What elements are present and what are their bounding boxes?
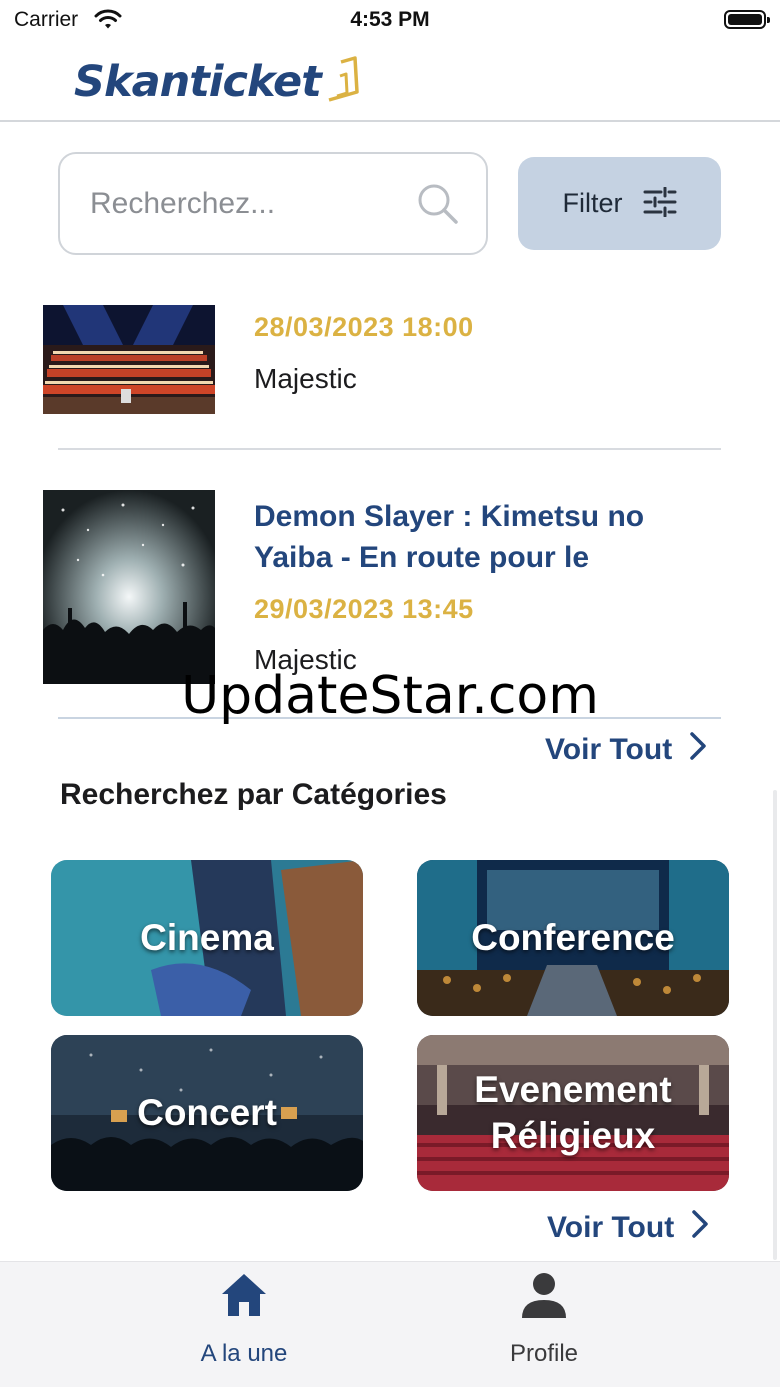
- tab-label: Profile: [509, 1340, 579, 1367]
- scroll-indicator[interactable]: [773, 790, 777, 1260]
- app-header: Skanticket: [0, 40, 780, 122]
- search-icon[interactable]: [416, 182, 460, 231]
- category-card-concert[interactable]: Concert: [51, 1035, 363, 1191]
- category-card-cinema[interactable]: Cinema: [51, 860, 363, 1016]
- event-image-orchestra[interactable]: [43, 305, 215, 414]
- see-all-label: Voir Tout: [547, 1211, 675, 1244]
- event-title[interactable]: Demon Slayer : Kimetsu no Yaiba - En rou…: [254, 496, 694, 578]
- battery-icon: [724, 10, 770, 29]
- tab-profile[interactable]: Profile: [444, 1262, 644, 1387]
- see-all-label: Voir Tout: [545, 733, 673, 766]
- tab-bar: A la une Profile: [0, 1261, 780, 1387]
- filter-button[interactable]: Filter: [518, 157, 721, 250]
- app-logo: Skanticket: [74, 52, 363, 111]
- see-all-categories-link[interactable]: Voir Tout: [547, 1210, 708, 1246]
- category-card-religious-event[interactable]: Evenement Réligieux: [417, 1035, 729, 1191]
- clock: 4:53 PM: [350, 8, 430, 31]
- tab-label: A la une: [200, 1340, 288, 1367]
- event-image-crowd[interactable]: [43, 490, 215, 684]
- category-label: Evenement Réligieux: [474, 1069, 672, 1156]
- ticket-logo-icon: [323, 52, 363, 111]
- chevron-right-icon: [690, 732, 706, 768]
- person-icon: [520, 1270, 568, 1322]
- see-all-events-link[interactable]: Voir Tout: [545, 732, 706, 768]
- status-bar: Carrier 4:53 PM: [0, 0, 780, 40]
- event-venue: Majestic: [254, 363, 357, 394]
- event-date: 28/03/2023 18:00: [254, 312, 474, 342]
- chevron-right-icon: [692, 1210, 708, 1246]
- category-label: Cinema: [140, 917, 274, 958]
- sliders-icon: [643, 186, 677, 220]
- list-divider: [58, 448, 721, 450]
- watermark-text: UpdateStar.com: [181, 666, 599, 726]
- category-card-conference[interactable]: Conference: [417, 860, 729, 1016]
- home-icon: [220, 1270, 268, 1322]
- event-date: 29/03/2023 13:45: [254, 594, 474, 624]
- logo-text: Skanticket: [74, 56, 322, 107]
- categories-heading: Recherchez par Catégories: [60, 778, 447, 811]
- filter-label: Filter: [562, 188, 623, 218]
- category-label: Concert: [137, 1092, 277, 1133]
- search-input[interactable]: [90, 154, 400, 253]
- category-label: Conference: [471, 917, 675, 958]
- tab-home[interactable]: A la une: [144, 1262, 344, 1387]
